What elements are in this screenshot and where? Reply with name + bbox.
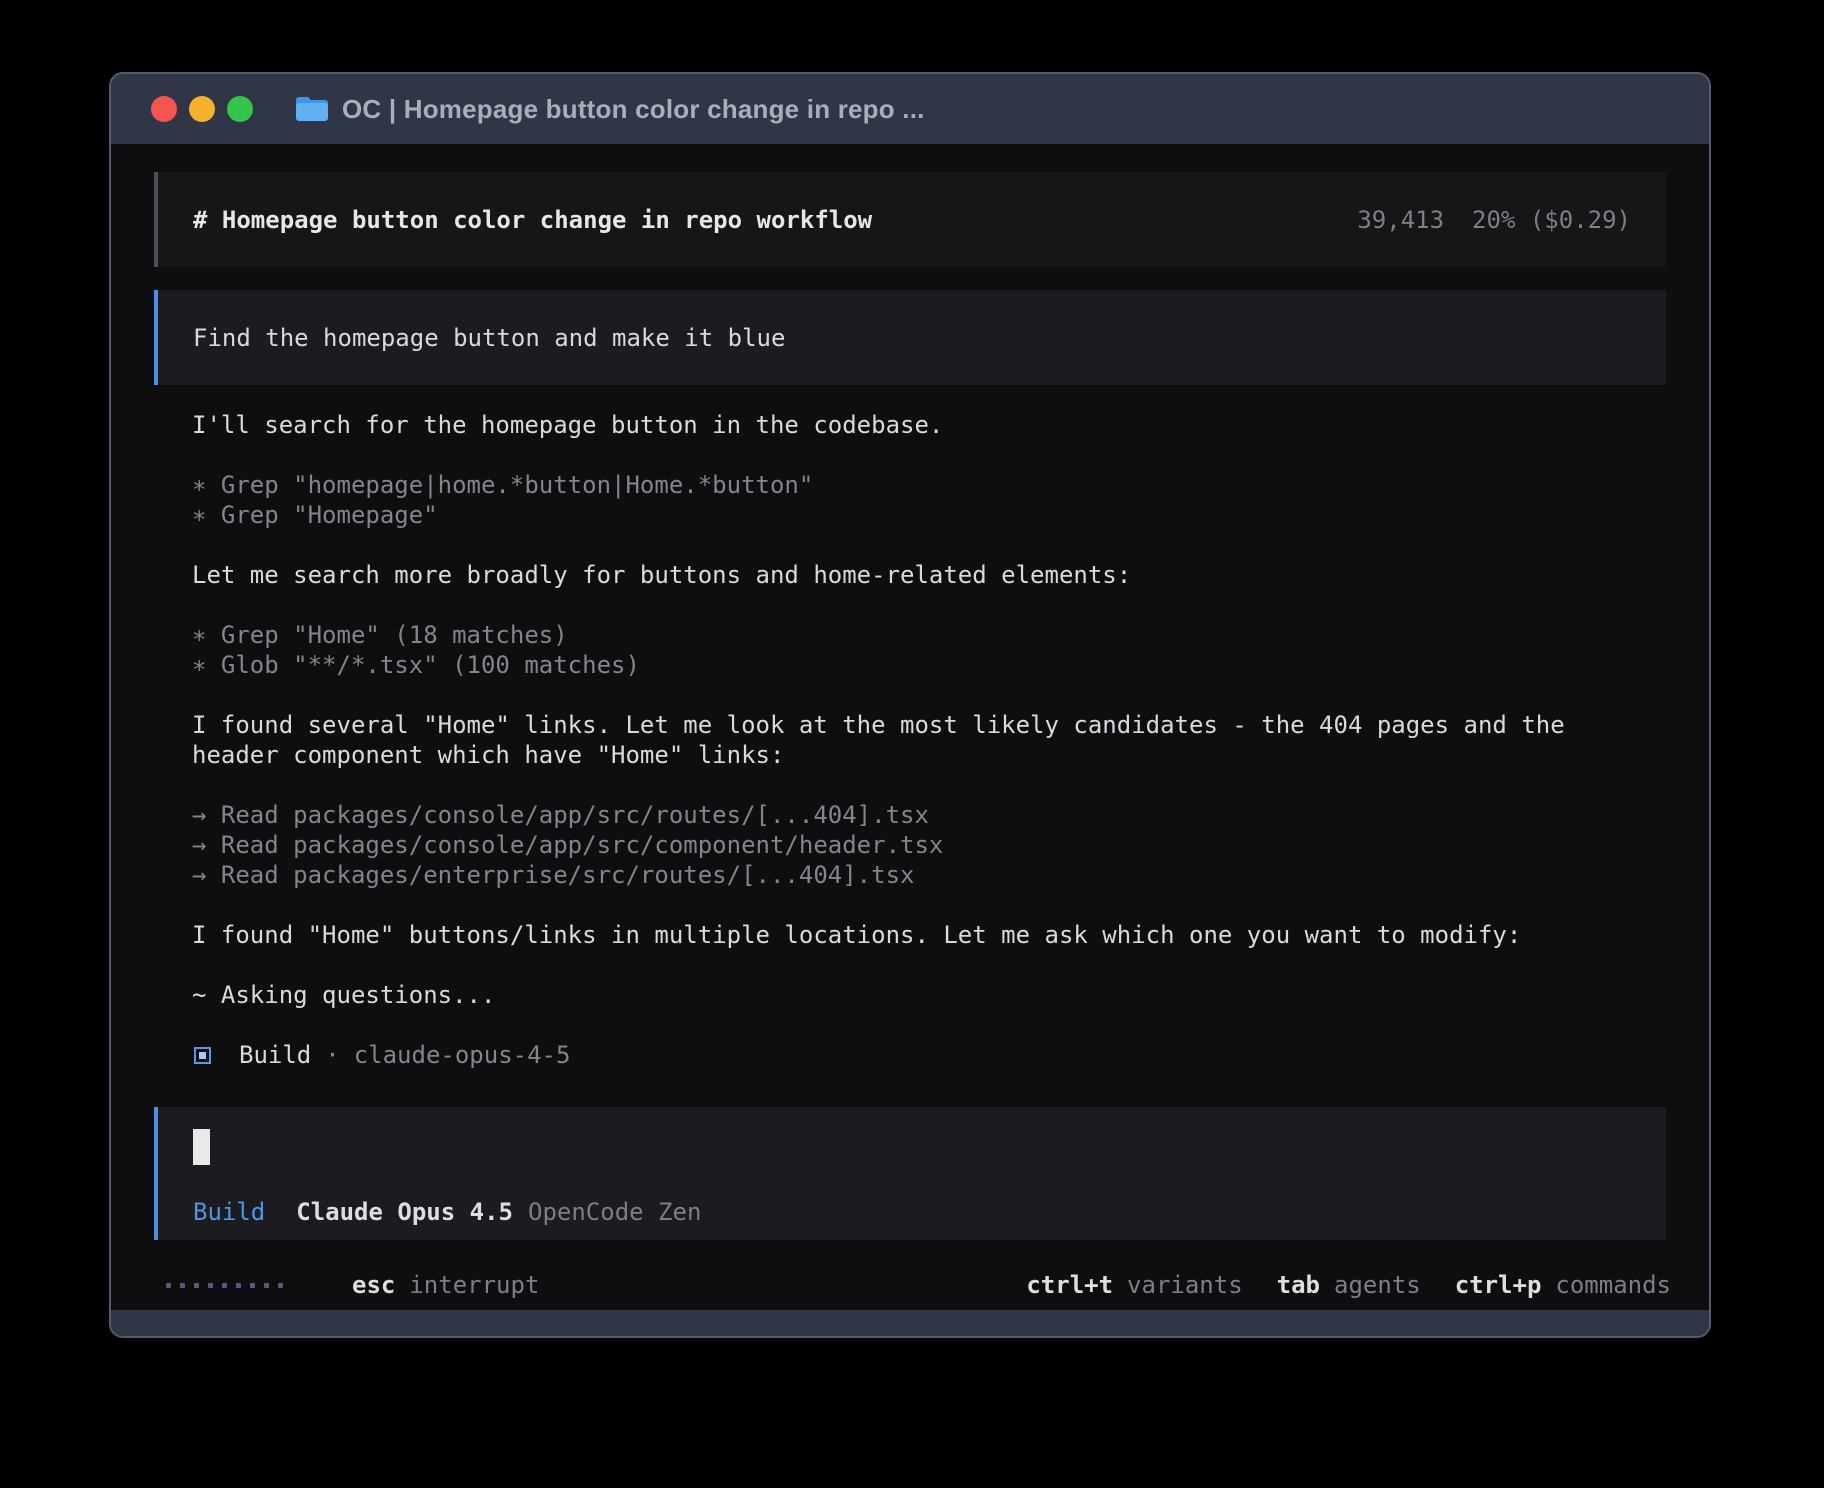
agent-name: Build — [239, 1040, 311, 1070]
working-spinner-icon — [166, 1283, 283, 1288]
user-message: Find the homepage button and make it blu… — [154, 290, 1666, 385]
tool-call-read: → Read packages/enterprise/src/routes/[.… — [192, 860, 1612, 890]
shortcut-agents[interactable]: tab agents — [1277, 1271, 1421, 1299]
tool-call-grep: ∗ Grep "homepage|home.*button|Home.*butt… — [192, 470, 1612, 500]
shortcut-commands[interactable]: ctrl+p commands — [1455, 1271, 1671, 1299]
active-agent-label[interactable]: Build — [193, 1198, 265, 1226]
status-bar-right: ctrl+t variants tab agents ctrl+p comman… — [1026, 1271, 1671, 1299]
assistant-paragraph: I'll search for the homepage button in t… — [192, 410, 1612, 440]
assistant-paragraph: Let me search more broadly for buttons a… — [192, 560, 1612, 590]
assistant-paragraph: I found several "Home" links. Let me loo… — [192, 710, 1612, 770]
esc-label: interrupt — [409, 1271, 539, 1299]
zoom-button[interactable] — [227, 96, 253, 122]
terminal-window: OC | Homepage button color change in rep… — [109, 72, 1711, 1338]
close-button[interactable] — [151, 96, 177, 122]
variants-label: variants — [1127, 1271, 1243, 1299]
tool-call-group: ∗ Grep "Home" (18 matches) ∗ Glob "**/*.… — [192, 620, 1612, 680]
tab-key: tab — [1277, 1271, 1320, 1299]
assistant-text: I found "Home" buttons/links in multiple… — [192, 920, 1612, 950]
user-message-text: Find the homepage button and make it blu… — [193, 324, 785, 352]
session-header: # Homepage button color change in repo w… — [154, 172, 1666, 267]
status-bar: esc interrupt ctrl+t variants tab agents… — [166, 1270, 1671, 1300]
tool-call-glob: ∗ Glob "**/*.tsx" (100 matches) — [192, 650, 1612, 680]
traffic-lights — [151, 96, 253, 122]
assistant-paragraph: I found "Home" buttons/links in multiple… — [192, 920, 1612, 950]
ctrl-t-key: ctrl+t — [1026, 1271, 1113, 1299]
esc-key: esc — [352, 1271, 395, 1299]
session-stats: 39,413 20% ($0.29) — [1242, 178, 1631, 262]
tool-call-grep: ∗ Grep "Homepage" — [192, 500, 1612, 530]
folder-icon — [295, 95, 329, 123]
agent-model: claude-opus-4-5 — [354, 1040, 571, 1070]
terminal-content: # Homepage button color change in repo w… — [111, 144, 1709, 1310]
tool-call-read: → Read packages/console/app/src/routes/[… — [192, 800, 1612, 830]
prompt-input[interactable]: Build Claude Opus 4.5 OpenCode Zen — [154, 1107, 1666, 1240]
assistant-transcript: I'll search for the homepage button in t… — [192, 410, 1612, 1070]
model-provider-label: OpenCode Zen — [528, 1198, 701, 1226]
context-usage: 20% ($0.29) — [1472, 206, 1631, 234]
asking-questions-status: ~ Asking questions... — [192, 980, 1612, 1010]
active-model-label[interactable]: Claude Opus 4.5 — [296, 1198, 513, 1226]
text-cursor — [193, 1129, 210, 1165]
status-line: ~ Asking questions... — [192, 980, 1612, 1010]
shortcut-variants[interactable]: ctrl+t variants — [1026, 1271, 1242, 1299]
ctrl-p-key: ctrl+p — [1455, 1271, 1542, 1299]
window-titlebar[interactable]: OC | Homepage button color change in rep… — [111, 74, 1709, 144]
tool-call-read: → Read packages/console/app/src/componen… — [192, 830, 1612, 860]
agents-label: agents — [1334, 1271, 1421, 1299]
agent-build-icon — [194, 1047, 211, 1064]
tool-call-group: → Read packages/console/app/src/routes/[… — [192, 800, 1612, 890]
input-status-row: Build Claude Opus 4.5 OpenCode Zen — [193, 1198, 1631, 1226]
separator-dot: · — [325, 1040, 339, 1070]
session-title: # Homepage button color change in repo w… — [193, 206, 872, 234]
window-title: OC | Homepage button color change in rep… — [342, 94, 925, 125]
assistant-text: I'll search for the homepage button in t… — [192, 410, 1612, 440]
commands-label: commands — [1555, 1271, 1671, 1299]
minimize-button[interactable] — [189, 96, 215, 122]
tool-call-group: ∗ Grep "homepage|home.*button|Home.*butt… — [192, 470, 1612, 530]
assistant-text: Let me search more broadly for buttons a… — [192, 560, 1612, 590]
agent-status-row: Build · claude-opus-4-5 — [192, 1040, 1612, 1070]
assistant-text: I found several "Home" links. Let me loo… — [192, 710, 1612, 770]
shortcut-interrupt[interactable]: esc interrupt — [352, 1271, 539, 1299]
window-bottom-chrome — [111, 1310, 1709, 1336]
tool-call-grep: ∗ Grep "Home" (18 matches) — [192, 620, 1612, 650]
token-count: 39,413 — [1357, 206, 1444, 234]
status-bar-left: esc interrupt — [166, 1271, 539, 1299]
